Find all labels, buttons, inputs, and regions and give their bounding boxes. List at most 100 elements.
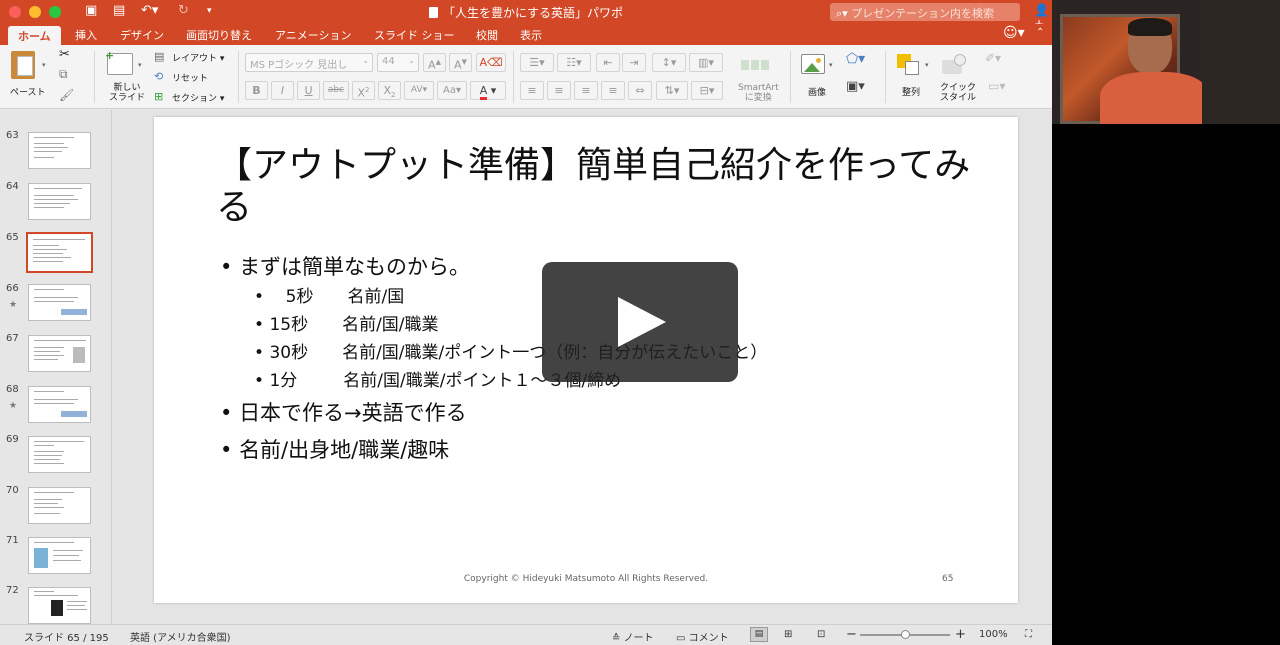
bullet-item[interactable]: • 日本で作る→英語で作る (220, 397, 467, 427)
shapes-icon[interactable]: ⬠▾ (846, 51, 865, 67)
slide-thumbnail-66[interactable] (28, 284, 91, 321)
italic-button[interactable]: I (271, 81, 294, 100)
reset-button[interactable]: リセット (172, 71, 208, 84)
slide-thumbnail-64[interactable] (28, 183, 91, 220)
slide-thumbnail-65[interactable] (26, 232, 93, 273)
quick-style-label[interactable]: クイック スタイル (940, 83, 976, 103)
tab-transitions[interactable]: 画面切り替え (186, 27, 252, 43)
image-dropdown-icon[interactable]: ▾ (829, 61, 833, 69)
distribute-button[interactable]: ⇔ (628, 81, 652, 100)
comments-button[interactable]: ▭ コメント (676, 629, 729, 644)
reset-icon: ⟲ (154, 70, 164, 83)
tab-slideshow[interactable]: スライド ショー (374, 27, 455, 43)
slide-thumbnail-70[interactable] (28, 487, 91, 524)
sub-bullet-item[interactable]: • 15秒 名前/国/職業 (254, 310, 439, 335)
new-slide-label[interactable]: 新しい スライド (109, 83, 145, 103)
tab-view[interactable]: 表示 (520, 27, 542, 43)
image-icon[interactable] (801, 54, 825, 74)
increase-indent-button[interactable]: ⇥ (622, 53, 646, 72)
tab-design[interactable]: デザイン (120, 27, 164, 43)
font-name-select[interactable]: MS Pゴシック 見出し ⌄ (245, 53, 373, 72)
textbox-icon[interactable]: ▣▾ (846, 79, 865, 94)
smartart-label[interactable]: SmartArt に変換 (738, 83, 779, 103)
zoom-out-icon[interactable]: − (846, 627, 857, 642)
slide-thumbnail-68[interactable] (28, 386, 91, 423)
bold-button[interactable]: B (245, 81, 268, 100)
shrink-font-button[interactable]: A▼ (449, 53, 472, 72)
layout-button[interactable]: レイアウト ▾ (172, 51, 224, 64)
slide-thumbnail-67[interactable] (28, 335, 91, 372)
shape-outline-icon[interactable]: ▭▾ (988, 79, 1005, 93)
comment-icon: ▭ (676, 633, 689, 644)
language-status[interactable]: 英語 (アメリカ合衆国) (130, 629, 230, 644)
change-case-button[interactable]: Aa▾ (437, 81, 467, 100)
image-label[interactable]: 画像 (808, 85, 826, 98)
tab-insert[interactable]: 挿入 (75, 27, 97, 43)
ribbon-separator (238, 51, 239, 103)
zoom-slider-thumb[interactable] (901, 630, 910, 639)
font-color-button[interactable]: A ▾ (470, 81, 506, 100)
arrange-dropdown-icon[interactable]: ▾ (925, 61, 929, 69)
slide-thumbnail-71[interactable] (28, 537, 91, 574)
slide-thumbnail-63[interactable] (28, 132, 91, 169)
smiley-feedback-icon[interactable]: ☺▾ (1003, 25, 1025, 41)
slide-thumbnail-69[interactable] (28, 436, 91, 473)
section-button[interactable]: セクション ▾ (172, 91, 224, 104)
align-text-button[interactable]: ⊟▾ (691, 81, 723, 100)
align-left-button[interactable]: ≡ (520, 81, 544, 100)
bullets-button[interactable]: ☰▾ (520, 53, 554, 72)
clipboard-icon[interactable] (11, 51, 35, 79)
justify-button[interactable]: ≡ (601, 81, 625, 100)
grow-font-button[interactable]: A▲ (423, 53, 446, 72)
presenter-webcam-video (1052, 0, 1280, 124)
sub-bullet-item[interactable]: • 5秒 名前/国 (254, 282, 404, 307)
columns-button[interactable]: ▥▾ (689, 53, 723, 72)
smartart-icon[interactable] (741, 55, 769, 75)
bullet-item[interactable]: • まずは簡単なものから。 (220, 251, 470, 281)
zoom-in-icon[interactable]: + (955, 627, 966, 642)
tab-review[interactable]: 校閲 (476, 27, 498, 43)
notes-button[interactable]: ≙ ノート (612, 629, 654, 644)
shape-fill-icon[interactable]: ✐▾ (985, 51, 1001, 65)
format-painter-icon[interactable]: 🖌 (59, 88, 74, 102)
zoom-slider[interactable] (860, 630, 950, 639)
underline-button[interactable]: U (297, 81, 320, 100)
align-right-button[interactable]: ≡ (574, 81, 598, 100)
quick-style-icon[interactable] (942, 54, 968, 76)
copy-icon[interactable]: ⧉ (59, 67, 68, 82)
arrange-label[interactable]: 整列 (902, 85, 920, 98)
numbering-button[interactable]: ☷▾ (557, 53, 591, 72)
tab-animations[interactable]: アニメーション (275, 27, 352, 43)
ribbon-separator (885, 51, 886, 103)
new-slide-dropdown-icon[interactable]: ▾ (138, 61, 142, 69)
slideshow-view-icon[interactable]: ⊡ (817, 629, 825, 640)
text-direction-button[interactable]: ⇅▾ (656, 81, 688, 100)
font-size-select[interactable]: 44 ⌄ (377, 53, 419, 72)
collapse-ribbon-icon[interactable]: ⌃ (1036, 27, 1044, 38)
bullet-item[interactable]: • 名前/出身地/職業/趣味 (220, 434, 449, 464)
char-spacing-button[interactable]: AV▾ (404, 81, 434, 100)
align-center-button[interactable]: ≡ (547, 81, 571, 100)
superscript-button[interactable]: X2 (352, 81, 375, 100)
slide-title[interactable]: 【アウトプット準備】簡単自己紹介を作ってみる (216, 145, 976, 229)
line-spacing-button[interactable]: ↕▾ (652, 53, 686, 72)
slide-thumbnail-72[interactable] (28, 587, 91, 624)
strikethrough-button[interactable]: abc (323, 81, 349, 100)
cut-icon[interactable]: ✂ (59, 47, 70, 62)
thumbnail-number: 70 (6, 485, 19, 496)
subscript-button[interactable]: X2 (378, 81, 401, 100)
new-slide-plus-icon: + (105, 49, 115, 62)
clear-format-button[interactable]: A⌫ (476, 53, 506, 72)
paste-label[interactable]: ペースト (10, 85, 46, 98)
normal-view-icon[interactable]: ▤ (750, 627, 768, 642)
zoom-level[interactable]: 100% (979, 629, 1008, 640)
search-input[interactable]: ⌕▾ プレゼンテーション内を検索 (830, 3, 1020, 21)
slide-sorter-icon[interactable]: ⊞ (784, 629, 792, 640)
tab-home[interactable]: ホーム (8, 26, 61, 45)
notes-icon: ≙ (612, 633, 624, 644)
fit-to-window-icon[interactable]: ⛶ (1025, 629, 1032, 640)
decrease-indent-button[interactable]: ⇤ (596, 53, 620, 72)
video-play-button[interactable] (542, 262, 738, 382)
paste-dropdown-icon[interactable]: ▾ (42, 61, 46, 69)
arrange-icon[interactable] (897, 54, 921, 76)
